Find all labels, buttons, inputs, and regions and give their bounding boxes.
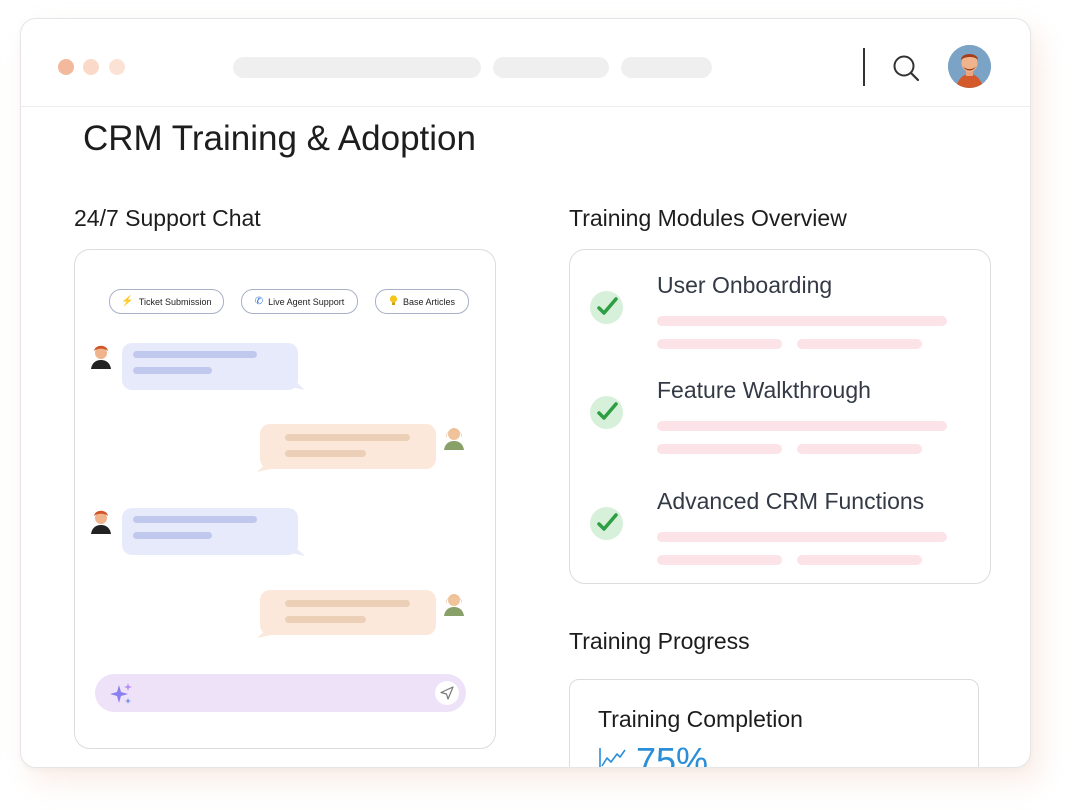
avatar[interactable] [948,45,991,88]
window-dot-3[interactable] [109,59,125,75]
training-completion-title: Training Completion [598,706,803,732]
user-message-bubble [260,424,436,469]
window-dot-2[interactable] [83,59,99,75]
agent-avatar-icon [91,345,111,369]
user-message-bubble [260,590,436,635]
chip-base-articles[interactable]: Base Articles [375,289,469,314]
user-avatar-icon [444,594,464,616]
top-bar [21,19,1030,107]
lightning-icon: ⚡ [121,296,134,307]
nav-placeholder-3[interactable] [621,57,712,78]
trend-up-icon [599,748,626,767]
agent-avatar-icon [91,510,111,534]
sparkle-icon[interactable] [108,681,134,707]
user-avatar-icon [444,428,464,450]
lightbulb-icon [389,294,398,309]
support-chat-title: 24/7 Support Chat [74,205,261,231]
check-icon [590,507,623,540]
module-title: User Onboarding [657,272,833,298]
support-chat-card: ⚡ Ticket Submission ✆ Live Agent Support… [74,249,496,749]
page-title: CRM Training & Adoption [83,119,476,158]
chat-input[interactable] [95,674,466,712]
training-completion-value: 75% [636,740,709,768]
training-modules-card: User Onboarding Feature Walkthrough Adva… [569,249,991,584]
phone-icon: ✆ [254,296,264,307]
nav-placeholder-2[interactable] [493,57,609,78]
module-title: Advanced CRM Functions [657,488,925,514]
window-dot-1[interactable] [58,59,74,75]
chip-label: Base Articles [402,296,456,307]
training-progress-title: Training Progress [569,628,750,654]
module-title: Feature Walkthrough [657,377,871,403]
send-icon [440,686,454,700]
chip-label: Live Agent Support [268,296,345,307]
check-icon [590,396,623,429]
check-icon [590,291,623,324]
chip-live-agent-support[interactable]: ✆ Live Agent Support [241,289,358,314]
training-completion-card: Training Completion 75% [569,679,979,768]
training-modules-title: Training Modules Overview [569,205,847,231]
chip-ticket-submission[interactable]: ⚡ Ticket Submission [109,289,224,314]
app-window: CRM Training & Adoption 24/7 Support Cha… [20,18,1031,768]
agent-message-bubble [122,343,298,390]
search-icon[interactable] [891,53,921,83]
agent-message-bubble [122,508,298,555]
chip-label: Ticket Submission [138,296,212,307]
send-button[interactable] [435,681,459,705]
nav-placeholder-1[interactable] [233,57,481,78]
divider [863,48,865,86]
